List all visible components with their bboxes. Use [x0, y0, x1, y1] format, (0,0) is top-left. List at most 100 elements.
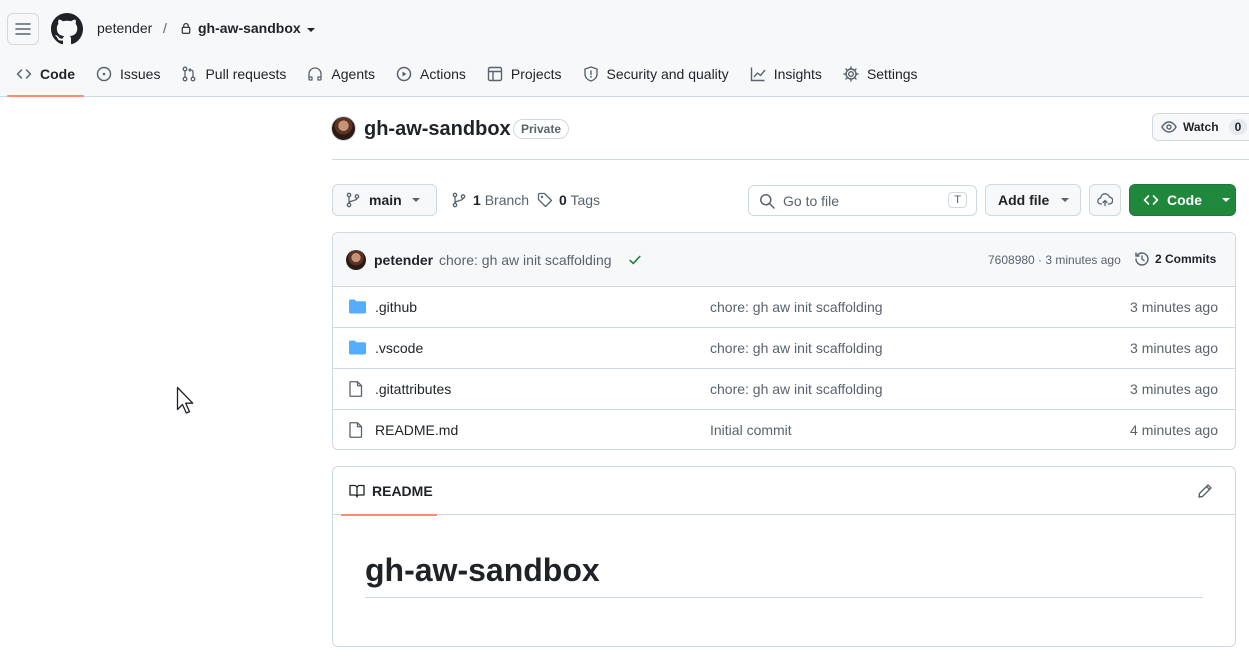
latest-commit-bar: petender chore: gh aw init scaffolding 7… — [333, 233, 1235, 287]
code-dropdown-button[interactable]: Code — [1129, 184, 1236, 216]
repo-header-bar: petender / gh-aw-sandbox Code Issues Pul… — [0, 0, 1249, 97]
tab-agents[interactable]: Agents — [298, 56, 384, 92]
code-icon — [1143, 195, 1159, 205]
tab-insights-label: Insights — [773, 66, 822, 82]
hamburger-icon — [15, 23, 31, 35]
file-commit-message-link[interactable]: chore: gh aw init scaffolding — [710, 299, 883, 315]
branch-count: 1 — [473, 192, 481, 208]
breadcrumb-repo-link[interactable]: gh-aw-sandbox — [198, 20, 301, 36]
tags-link[interactable]: 0 Tags — [537, 192, 600, 208]
repo-switcher-caret-icon[interactable] — [305, 26, 317, 34]
file-commit-time: 3 minutes ago — [1130, 381, 1218, 397]
tab-agents-label: Agents — [331, 66, 375, 82]
play-icon — [396, 66, 412, 82]
tab-code[interactable]: Code — [7, 56, 84, 97]
tag-count: 0 — [559, 192, 567, 208]
github-logo-icon[interactable] — [51, 13, 83, 45]
file-row[interactable]: .gitattributes chore: gh aw init scaffol… — [333, 368, 1235, 409]
file-commit-time: 3 minutes ago — [1130, 299, 1218, 315]
branch-select-button[interactable]: main — [332, 184, 437, 216]
tab-code-label: Code — [40, 66, 75, 82]
tab-issues[interactable]: Issues — [87, 56, 169, 92]
file-row[interactable]: .github chore: gh aw init scaffolding 3 … — [333, 286, 1235, 327]
file-icon — [349, 422, 363, 438]
tab-security[interactable]: Security and quality — [574, 56, 738, 92]
git-pull-request-icon — [183, 66, 196, 82]
table-icon — [487, 66, 503, 82]
tag-label: Tags — [570, 192, 601, 208]
file-commit-message-link[interactable]: Initial commit — [710, 422, 792, 438]
book-icon — [349, 484, 365, 498]
visibility-badge: Private — [513, 119, 570, 139]
breadcrumb-owner-link[interactable]: petender — [97, 20, 152, 36]
file-name-link[interactable]: .vscode — [375, 340, 423, 356]
tab-insights[interactable]: Insights — [741, 56, 831, 92]
file-name-link[interactable]: README.md — [375, 422, 458, 438]
owner-avatar[interactable] — [331, 116, 356, 141]
eye-icon — [1161, 121, 1177, 133]
tab-projects-label: Projects — [510, 66, 562, 82]
file-commit-message-link[interactable]: chore: gh aw init scaffolding — [710, 381, 883, 397]
readme-tab-label: README — [372, 483, 433, 499]
file-name-link[interactable]: .gitattributes — [375, 381, 451, 397]
code-icon — [16, 69, 32, 79]
go-to-file-input[interactable]: Go to file T — [748, 185, 977, 216]
git-branch-icon — [346, 192, 360, 208]
folder-icon — [349, 299, 366, 314]
watch-button[interactable]: Watch 0 — [1152, 113, 1249, 141]
file-row[interactable]: README.md Initial commit 4 minutes ago — [333, 409, 1235, 449]
tab-security-label: Security and quality — [606, 66, 729, 82]
graph-icon — [750, 67, 766, 82]
hamburger-menu-button[interactable] — [7, 13, 39, 45]
pencil-icon[interactable] — [1197, 483, 1213, 499]
git-branch-icon — [452, 192, 466, 208]
repo-nav-tabs: Code Issues Pull requests Agents Actions… — [7, 56, 930, 97]
shield-icon — [583, 66, 598, 82]
tab-actions-label: Actions — [420, 66, 466, 82]
chevron-down-icon — [1061, 198, 1070, 202]
commit-author-link[interactable]: petender — [374, 252, 433, 268]
file-commit-time: 3 minutes ago — [1130, 340, 1218, 356]
check-icon[interactable] — [628, 253, 642, 267]
commits-count-label: 2 Commits — [1155, 252, 1217, 266]
history-icon — [1135, 252, 1149, 266]
tab-issues-label: Issues — [120, 66, 161, 82]
tab-settings[interactable]: Settings — [834, 56, 927, 92]
codespaces-sync-button[interactable] — [1089, 184, 1121, 216]
tab-pull-requests-label: Pull requests — [205, 66, 287, 82]
tab-pull-requests[interactable]: Pull requests — [172, 56, 295, 92]
branch-name: main — [369, 192, 402, 208]
code-button-label: Code — [1167, 192, 1202, 208]
readme-tab[interactable]: README — [341, 467, 437, 516]
commit-author-avatar[interactable] — [346, 250, 366, 270]
readme-header: README — [333, 467, 1235, 516]
commit-hash-time[interactable]: 7608980 · 3 minutes ago — [988, 253, 1121, 267]
breadcrumb-separator: / — [163, 20, 167, 36]
watch-label: Watch — [1183, 120, 1219, 134]
add-file-button[interactable]: Add file — [985, 184, 1081, 216]
branches-link[interactable]: 1 Branch — [451, 192, 529, 208]
cloud-sync-icon — [1097, 193, 1113, 207]
file-name-link[interactable]: .github — [375, 299, 417, 315]
agent-icon — [308, 67, 323, 81]
lock-icon — [180, 22, 192, 34]
go-to-file-placeholder: Go to file — [783, 192, 840, 209]
commit-message-link[interactable]: chore: gh aw init scaffolding — [439, 252, 612, 268]
commits-history-link[interactable]: 2 Commits — [1134, 251, 1216, 267]
issue-opened-icon — [96, 66, 112, 82]
mouse-cursor-icon — [176, 386, 195, 414]
chevron-down-icon — [411, 198, 420, 202]
tab-actions[interactable]: Actions — [387, 56, 475, 92]
gear-icon — [843, 66, 859, 82]
readme-panel: README gh-aw-sandbox — [332, 466, 1236, 647]
file-row[interactable]: .vscode chore: gh aw init scaffolding 3 … — [333, 327, 1235, 368]
file-commit-time: 4 minutes ago — [1130, 422, 1218, 438]
file-commit-message-link[interactable]: chore: gh aw init scaffolding — [710, 340, 883, 356]
add-file-label: Add file — [998, 192, 1050, 208]
tab-projects[interactable]: Projects — [478, 56, 571, 92]
watch-count: 0 — [1228, 119, 1248, 135]
folder-icon — [349, 340, 366, 355]
keyboard-shortcut-hint: T — [948, 192, 967, 208]
readme-heading: gh-aw-sandbox — [365, 552, 600, 588]
repo-title: gh-aw-sandbox — [364, 118, 511, 140]
